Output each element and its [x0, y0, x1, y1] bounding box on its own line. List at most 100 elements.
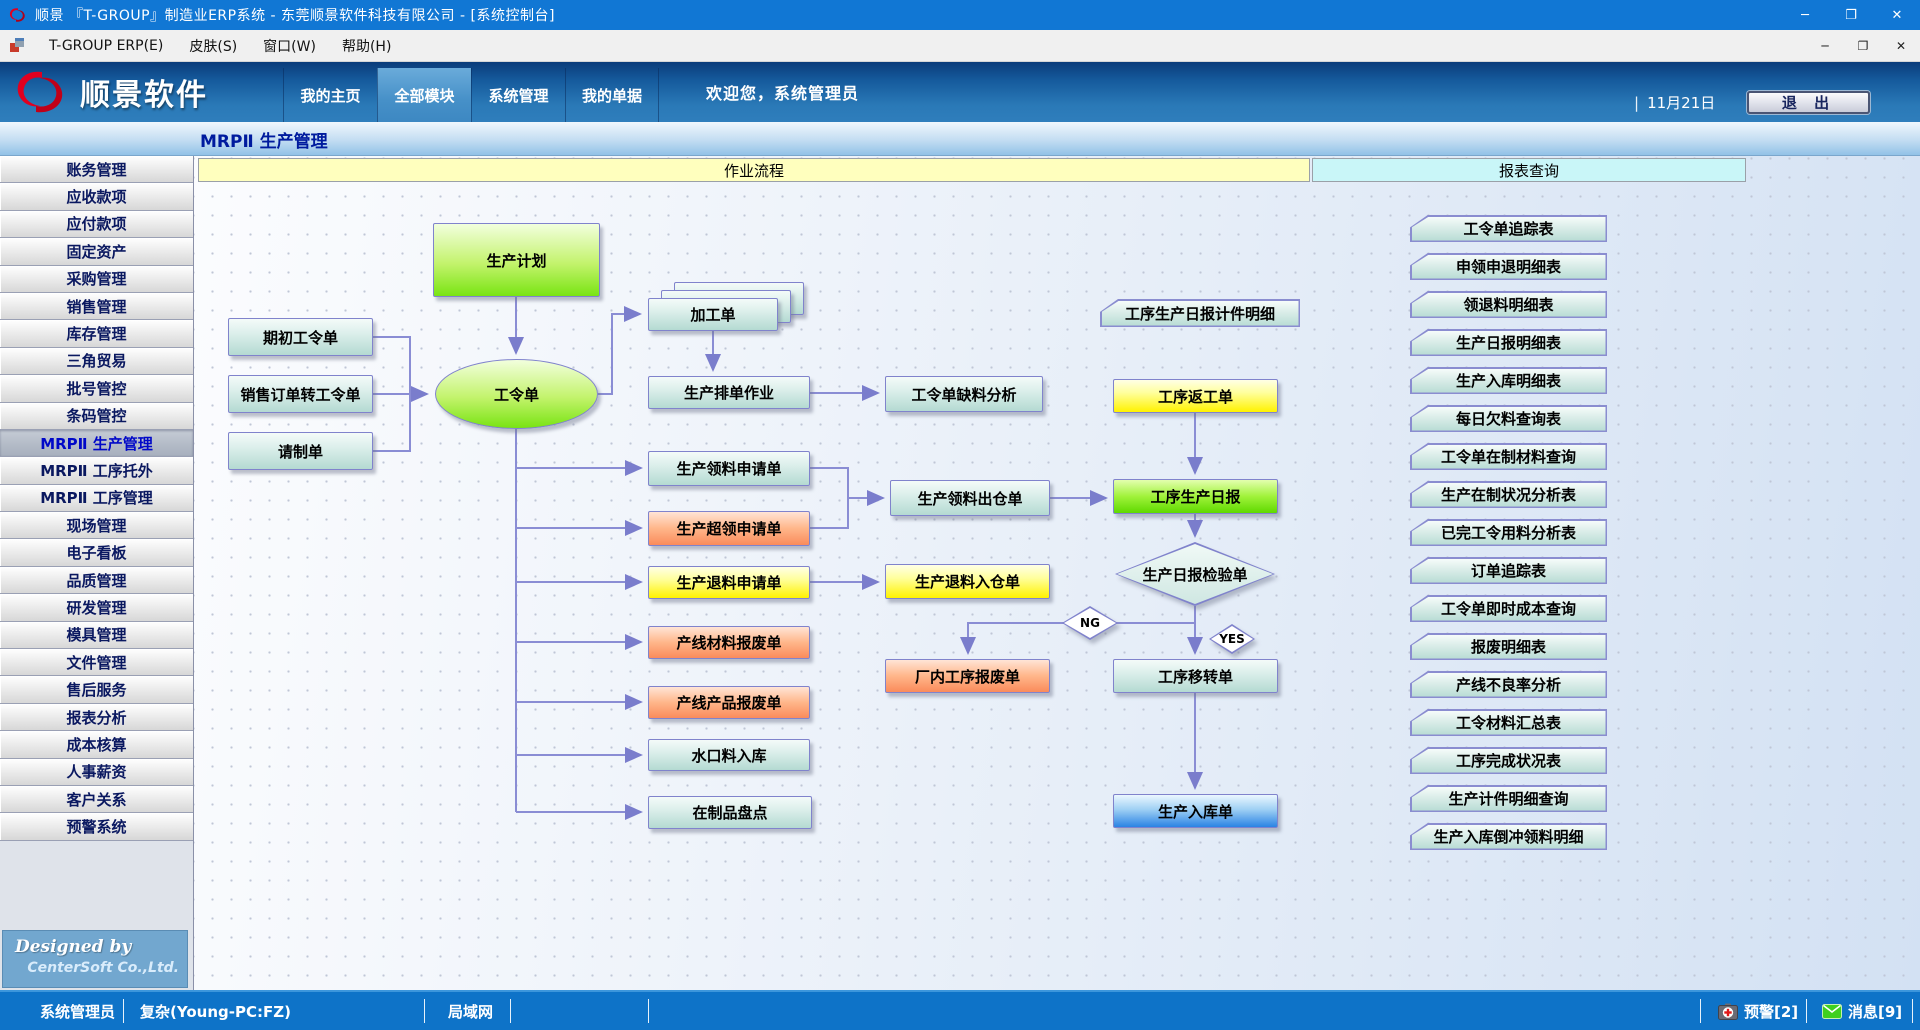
- sidebar-item-receivables[interactable]: 应收款项: [0, 183, 193, 210]
- alert-kit-icon: [1718, 1003, 1738, 1020]
- sidebar-item-mold[interactable]: 模具管理: [0, 622, 193, 649]
- sidebar-item-lot-control[interactable]: 批号管控: [0, 375, 193, 402]
- flow-node-wip-stocktake[interactable]: 在制品盘点: [648, 796, 812, 829]
- flow-node-production-plan[interactable]: 生产计划: [433, 223, 600, 297]
- report-button-wo-wip-material-query[interactable]: 工令单在制材料查询: [1410, 443, 1607, 470]
- exit-button[interactable]: 退 出: [1747, 91, 1870, 114]
- flow-node-factory-process-scrap[interactable]: 厂内工序报废单: [885, 659, 1050, 693]
- flow-node-production-scheduling[interactable]: 生产排单作业: [648, 376, 810, 409]
- sidebar-item-costing[interactable]: 成本核算: [0, 731, 193, 758]
- flow-node-material-return-request[interactable]: 生产退料申请单: [648, 566, 810, 599]
- sidebar-item-quality[interactable]: 品质管理: [0, 567, 193, 594]
- report-button-daily-report-detail[interactable]: 生产日报明细表: [1410, 329, 1607, 356]
- logo-text: 顺景软件: [80, 70, 208, 114]
- flow-node-process-daily-report[interactable]: 工序生产日报: [1113, 479, 1278, 514]
- page-title: MRPⅡ 生产管理: [200, 127, 328, 152]
- tab-my-home[interactable]: 我的主页: [283, 68, 377, 122]
- breadcrumb-bar: MRPⅡ 生产管理: [0, 122, 1920, 156]
- tab-all-modules[interactable]: 全部模块: [377, 68, 471, 122]
- flow-node-processing-order[interactable]: 加工单: [648, 298, 778, 331]
- report-panel-header: 报表查询: [1312, 158, 1746, 182]
- report-button-process-completion-status[interactable]: 工序完成状况表: [1410, 747, 1607, 774]
- sidebar-item-mrp2-process[interactable]: MRPⅡ 工序管理: [0, 485, 193, 512]
- flow-node-piecework-detail[interactable]: 工序生产日报计件明细: [1100, 299, 1300, 327]
- sidebar-item-crm[interactable]: 客户关系: [0, 786, 193, 813]
- mdi-restore-icon[interactable]: ❐: [1844, 30, 1882, 61]
- report-button-wip-status-analysis[interactable]: 生产在制状况分析表: [1410, 481, 1607, 508]
- flow-node-process-transfer[interactable]: 工序移转单: [1113, 659, 1278, 693]
- sidebar-item-mrp2-production[interactable]: MRPⅡ 生产管理: [0, 430, 193, 457]
- sidebar-item-fixed-assets[interactable]: 固定资产: [0, 238, 193, 265]
- close-icon[interactable]: ✕: [1874, 0, 1920, 30]
- shunjing-logo-icon: [10, 68, 74, 116]
- flow-node-process-rework[interactable]: 工序返工单: [1113, 379, 1278, 413]
- sidebar-item-e-kanban[interactable]: 电子看板: [0, 539, 193, 566]
- sidebar-item-report-analysis[interactable]: 报表分析: [0, 704, 193, 731]
- flow-node-over-requisition[interactable]: 生产超领申请单: [648, 511, 810, 546]
- status-alert[interactable]: 预警[2]: [1718, 992, 1798, 1030]
- window-title-bar: 顺景 『T-GROUP』制造业ERP系统 - 东莞顺景软件科技有限公司 - [系…: [0, 0, 1920, 30]
- flow-node-request-order[interactable]: 请制单: [228, 432, 373, 470]
- flow-node-sprue-material-in[interactable]: 水口料入库: [648, 739, 810, 771]
- report-button-stock-in-detail[interactable]: 生产入库明细表: [1410, 367, 1607, 394]
- date-label: 11月21日: [1647, 92, 1715, 113]
- mdi-minimize-icon[interactable]: ─: [1806, 30, 1844, 61]
- message-envelope-icon: [1822, 1004, 1842, 1019]
- report-button-order-tracking[interactable]: 订单追踪表: [1410, 557, 1607, 584]
- report-button-request-return-detail[interactable]: 申领申退明细表: [1410, 253, 1607, 280]
- flow-node-production-stock-in[interactable]: 生产入库单: [1113, 794, 1278, 828]
- tab-system-admin[interactable]: 系统管理: [471, 68, 565, 122]
- sidebar-item-triangle-trade[interactable]: 三角贸易: [0, 348, 193, 375]
- report-button-line-defect-rate[interactable]: 产线不良率分析: [1410, 671, 1607, 698]
- main-tabs: 我的主页 全部模块 系统管理 我的单据: [283, 68, 659, 122]
- flow-node-material-issue-out[interactable]: 生产领料出仓单: [890, 480, 1050, 516]
- sidebar-item-purchasing[interactable]: 采购管理: [0, 266, 193, 293]
- status-message[interactable]: 消息[9]: [1822, 992, 1902, 1030]
- sidebar-item-documents[interactable]: 文件管理: [0, 649, 193, 676]
- sidebar-item-mrp2-outsourcing[interactable]: MRPⅡ 工序托外: [0, 457, 193, 484]
- inspection-label: 生产日报检验单: [1117, 544, 1273, 604]
- flow-node-sales-order-to-work-order[interactable]: 销售订单转工令单: [228, 375, 373, 413]
- report-button-wo-realtime-cost-query[interactable]: 工令单即时成本查询: [1410, 595, 1607, 622]
- flow-node-daily-report-inspection[interactable]: 生产日报检验单: [1115, 542, 1275, 606]
- report-button-issue-return-detail[interactable]: 领退料明细表: [1410, 291, 1607, 318]
- report-button-piecework-detail-query[interactable]: 生产计件明细查询: [1410, 785, 1607, 812]
- flow-panel-header: 作业流程: [198, 158, 1310, 182]
- sidebar-item-rnd[interactable]: 研发管理: [0, 594, 193, 621]
- sidebar-item-accounting[interactable]: 账务管理: [0, 156, 193, 183]
- flow-node-shortage-analysis[interactable]: 工令单缺料分析: [885, 376, 1043, 412]
- menu-item-skin[interactable]: 皮肤(S): [176, 30, 250, 61]
- sidebar-item-after-sales[interactable]: 售后服务: [0, 676, 193, 703]
- sidebar-item-barcode-control[interactable]: 条码管控: [0, 403, 193, 430]
- report-button-scrap-detail[interactable]: 报废明细表: [1410, 633, 1607, 660]
- mdi-close-icon[interactable]: ✕: [1882, 30, 1920, 61]
- menu-item-window[interactable]: 窗口(W): [250, 30, 329, 61]
- window-title: 顺景 『T-GROUP』制造业ERP系统 - 东莞顺景软件科技有限公司 - [系…: [35, 5, 555, 25]
- status-computer: 复杂(Young-PC:FZ): [140, 992, 291, 1030]
- sidebar-item-alert-system[interactable]: 预警系统: [0, 813, 193, 840]
- piecework-detail-label: 工序生产日报计件明细: [1102, 301, 1299, 326]
- tab-my-documents[interactable]: 我的单据: [565, 68, 659, 122]
- flow-node-line-material-scrap[interactable]: 产线材料报废单: [648, 626, 810, 659]
- report-button-daily-shortage-query[interactable]: 每日欠料查询表: [1410, 405, 1607, 432]
- sidebar-item-shopfloor[interactable]: 现场管理: [0, 512, 193, 539]
- menu-bar: T-GROUP ERP(E) 皮肤(S) 窗口(W) 帮助(H) ─ ❐ ✕: [0, 30, 1920, 62]
- sidebar-item-inventory[interactable]: 库存管理: [0, 320, 193, 347]
- sidebar-item-sales[interactable]: 销售管理: [0, 293, 193, 320]
- flow-node-material-requisition[interactable]: 生产领料申请单: [648, 451, 810, 486]
- sidebar-item-payables[interactable]: 应付款项: [0, 211, 193, 238]
- main-stage: 作业流程 报表查询: [0, 156, 1920, 990]
- report-button-work-order-tracking[interactable]: 工令单追踪表: [1410, 215, 1607, 242]
- flow-node-initial-work-order[interactable]: 期初工令单: [228, 318, 373, 356]
- flow-node-work-order[interactable]: 工令单: [435, 359, 598, 429]
- flow-node-line-product-scrap[interactable]: 产线产品报废单: [648, 686, 810, 719]
- report-button-finished-wo-material-analysis[interactable]: 已完工令用料分析表: [1410, 519, 1607, 546]
- report-button-wo-material-summary[interactable]: 工令材料汇总表: [1410, 709, 1607, 736]
- report-button-backflush-material-detail[interactable]: 生产入库倒冲领料明细: [1410, 823, 1607, 850]
- restore-icon[interactable]: ❐: [1828, 0, 1874, 30]
- flow-node-material-return-in[interactable]: 生产退料入仓单: [885, 564, 1050, 599]
- menu-item-tgroup-erp[interactable]: T-GROUP ERP(E): [36, 30, 176, 61]
- sidebar-item-hr-payroll[interactable]: 人事薪资: [0, 759, 193, 786]
- menu-item-help[interactable]: 帮助(H): [329, 30, 404, 61]
- minimize-icon[interactable]: ─: [1782, 0, 1828, 30]
